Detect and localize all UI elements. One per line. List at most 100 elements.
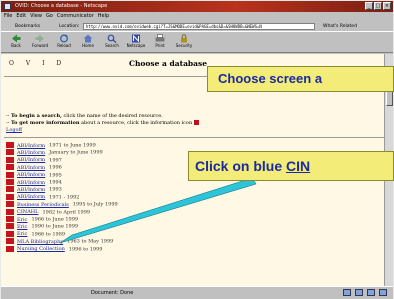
database-row: ABI/Inform 1971 to June 1999	[6, 142, 96, 149]
database-dates: 1996 to 1999	[68, 246, 103, 253]
window-controls: _ □ ×	[365, 2, 391, 10]
database-link[interactable]: ABI/Inform	[17, 194, 45, 200]
maximize-button[interactable]: □	[374, 2, 382, 10]
menu-view[interactable]: View	[30, 12, 42, 21]
info-icon[interactable]	[6, 156, 14, 163]
title-bar[interactable]: OVID: Choose a database - Netscape _ □ ×	[1, 1, 393, 12]
info-icon[interactable]	[6, 245, 14, 252]
close-button[interactable]: ×	[383, 2, 391, 10]
info-icon[interactable]	[6, 201, 14, 208]
menu-help[interactable]: Help	[98, 12, 109, 21]
database-link[interactable]: Eric	[17, 217, 27, 223]
database-row: ABI/Inform 1996	[6, 164, 62, 171]
home-button[interactable]: Home	[77, 34, 99, 52]
database-dates: 1966 to 1989	[31, 231, 66, 238]
database-link[interactable]: ABI/Inform	[17, 150, 45, 156]
info-icon[interactable]	[6, 238, 14, 245]
database-link[interactable]: ABI/Inform	[17, 157, 45, 163]
search-label: Search	[105, 43, 119, 48]
forward-label: Forward	[31, 43, 49, 48]
database-link[interactable]: Nursing Collection	[17, 246, 65, 252]
security-icon	[181, 34, 187, 43]
database-link[interactable]: ABI/Inform	[17, 187, 45, 193]
slide-background: OVID: Choose a database - Netscape _ □ ×…	[0, 0, 394, 299]
nav-letter-i[interactable]: I	[42, 60, 44, 67]
menu-file[interactable]: File	[4, 12, 12, 21]
reload-button[interactable]: Reload	[53, 34, 75, 52]
info-icon[interactable]	[6, 208, 14, 215]
database-row: Eric 1966 to June 1999	[6, 216, 78, 223]
database-row: Eric 1990 to June 1999	[6, 223, 78, 230]
divider	[4, 137, 390, 138]
status-text: Document: Done	[91, 290, 134, 296]
nav-letter-o[interactable]: O	[9, 60, 14, 67]
navigator-icon[interactable]	[379, 289, 387, 296]
database-link[interactable]: Eric	[17, 231, 27, 237]
info-icon[interactable]	[6, 164, 14, 171]
logoff-link[interactable]: Logoff	[6, 127, 22, 133]
print-button[interactable]: Print	[149, 34, 171, 52]
url-field[interactable]: http://www.ovid.com/ovidweb.cgi?T=JS&MOD…	[83, 23, 315, 30]
netscape-app-icon	[4, 3, 11, 10]
info-icon[interactable]	[6, 142, 14, 148]
callout-choose-screen: Choose screen a	[207, 66, 394, 92]
back-button[interactable]: Back	[5, 34, 27, 52]
database-row: ABI/Inform 1993	[6, 186, 62, 193]
menu-go[interactable]: Go	[46, 12, 53, 21]
menu-communicator[interactable]: Communicator	[57, 12, 94, 21]
reload-icon	[60, 34, 68, 43]
security-status-icon[interactable]	[343, 289, 351, 296]
search-button[interactable]: Search	[101, 34, 123, 52]
database-link[interactable]: Eric	[17, 224, 27, 230]
search-icon	[107, 34, 117, 43]
location-bar: Bookmarks Location: http://www.ovid.com/…	[1, 21, 393, 31]
database-link[interactable]: ABI/Inform	[17, 143, 45, 149]
info-icon[interactable]	[6, 149, 14, 156]
database-link[interactable]: CINAHL	[17, 209, 38, 215]
composer-icon[interactable]	[367, 289, 375, 296]
minimize-button[interactable]: _	[365, 2, 373, 10]
info-icon[interactable]	[6, 186, 14, 193]
database-dates: 1996	[49, 164, 62, 171]
info-icon[interactable]	[6, 216, 14, 222]
menu-bar: File Edit View Go Communicator Help	[1, 12, 393, 21]
nav-letter-d[interactable]: D	[56, 60, 61, 67]
database-link[interactable]: ABI/Inform	[17, 172, 45, 178]
info-icon[interactable]	[6, 171, 14, 178]
reload-label: Reload	[57, 43, 71, 48]
mail-icon[interactable]	[355, 289, 363, 296]
database-link[interactable]: MLA Bibliography	[17, 239, 63, 245]
database-row: CINAHL 1982 to April 1999	[6, 208, 91, 216]
database-row: ABI/Inform 1997	[6, 156, 62, 164]
netscape-button[interactable]: Netscape	[125, 34, 147, 52]
database-link[interactable]: ABI/Inform	[17, 180, 45, 186]
back-arrow-icon	[12, 34, 21, 43]
info-icon[interactable]	[6, 230, 14, 237]
home-label: Home	[82, 43, 94, 48]
database-dates: January to June 1999	[49, 149, 103, 156]
database-row: ABI/Inform 1971 - 1992	[6, 193, 79, 201]
menu-edit[interactable]: Edit	[16, 12, 26, 21]
database-link[interactable]: Business Periodicals	[17, 202, 69, 208]
forward-arrow-icon	[35, 34, 44, 43]
security-button[interactable]: Security	[173, 34, 195, 52]
database-dates: 1982 to April 1999	[42, 209, 91, 216]
info-icon[interactable]	[6, 193, 14, 200]
netscape-icon	[132, 34, 140, 43]
window-title: OVID: Choose a database - Netscape	[15, 3, 108, 9]
database-row: MLA Bibliography 1963 to May 1999	[6, 238, 113, 245]
database-dates: 1997	[49, 157, 62, 164]
database-row: Eric 1966 to 1989	[6, 230, 66, 238]
print-label: Print	[155, 43, 165, 48]
security-label: Security	[175, 43, 193, 48]
database-link[interactable]: ABI/Inform	[17, 165, 45, 171]
status-bar: Document: Done	[1, 286, 393, 299]
instruction-begin-search: -- To begin a search, click the name of …	[6, 113, 163, 119]
info-icon[interactable]	[6, 223, 14, 230]
info-icon[interactable]	[6, 179, 14, 185]
nav-letter-v[interactable]: V	[26, 60, 30, 67]
forward-button[interactable]: Forward	[29, 34, 51, 52]
info-icon	[194, 120, 200, 125]
back-label: Back	[11, 43, 21, 48]
status-icons	[343, 289, 387, 296]
